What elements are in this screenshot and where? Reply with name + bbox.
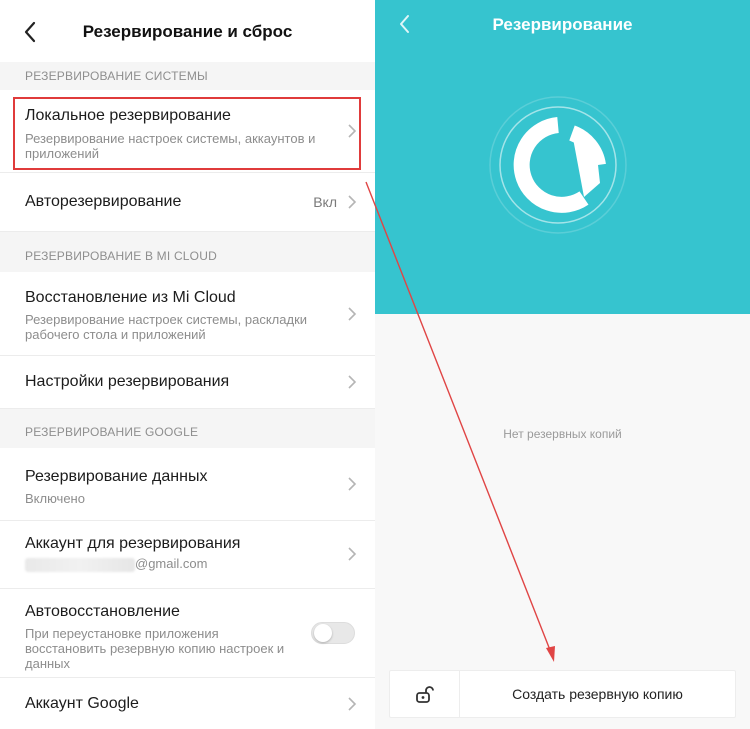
chevron-right-icon (347, 124, 357, 138)
auto-restore-item: Автовосстановление При переустановке при… (0, 589, 375, 678)
restore-mi-cloud-subtitle: Резервирование настроек системы, расклад… (25, 312, 308, 342)
auto-restore-toggle[interactable] (311, 622, 355, 644)
section-header-google: РЕЗЕРВИРОВАНИЕ GOOGLE (0, 409, 375, 448)
backup-settings-title: Настройки резервирования (25, 373, 230, 390)
toggle-knob (314, 624, 332, 642)
chevron-right-icon (347, 375, 357, 389)
restore-mi-cloud-title: Восстановление из Mi Cloud (25, 289, 236, 306)
local-backup-subtitle: Резервирование настроек системы, аккаунт… (25, 131, 316, 161)
chevron-right-icon (347, 697, 357, 711)
auto-restore-subtitle: При переустановке приложения восстановит… (25, 626, 285, 671)
data-backup-item[interactable]: Резервирование данных Включено (0, 448, 375, 521)
google-account-item[interactable]: Аккаунт Google (0, 678, 375, 729)
backup-logo-icon (488, 95, 628, 235)
data-backup-subtitle: Включено (25, 491, 85, 506)
empty-state-text: Нет резервных копий (503, 427, 622, 441)
section-header-mi-cloud: РЕЗЕРВИРОВАНИЕ В MI CLOUD (0, 232, 375, 272)
data-backup-title: Резервирование данных (25, 468, 208, 485)
backup-account-title: Аккаунт для резервирования (25, 535, 241, 552)
backup-screen: Резервирование Нет резервных копий Созда… (375, 0, 750, 729)
auto-backup-item[interactable]: Авторезервирование Вкл (0, 173, 375, 232)
email-suffix: @gmail.com (135, 556, 208, 571)
chevron-right-icon (347, 195, 357, 209)
page-title: Резервирование и сброс (82, 22, 293, 41)
restore-mi-cloud-item[interactable]: Восстановление из Mi Cloud Резервировани… (0, 272, 375, 356)
chevron-right-icon (347, 307, 357, 321)
backup-settings-item[interactable]: Настройки резервирования (0, 356, 375, 409)
unlock-button[interactable] (390, 671, 460, 717)
chevron-right-icon (347, 477, 357, 491)
top-bar: Резервирование и сброс (0, 0, 375, 62)
auto-restore-title: Автовосстановление (25, 603, 180, 620)
settings-screen: Резервирование и сброс РЕЗЕРВИРОВАНИЕ СИ… (0, 0, 375, 729)
backup-hero: Резервирование (375, 0, 750, 314)
unlock-icon (416, 686, 434, 703)
backup-account-item[interactable]: Аккаунт для резервирования @gmail.com (0, 521, 375, 589)
local-backup-title: Локальное резервирование (25, 107, 231, 124)
create-backup-button[interactable]: Создать резервную копию (460, 671, 735, 717)
redacted-email (25, 558, 135, 572)
backup-title: Резервирование (492, 15, 633, 34)
bottom-action-bar: Создать резервную копию (389, 670, 736, 718)
auto-backup-title: Авторезервирование (25, 193, 182, 210)
chevron-right-icon (347, 547, 357, 561)
local-backup-item[interactable]: Локальное резервирование Резервирование … (0, 90, 375, 173)
section-header-system: РЕЗЕРВИРОВАНИЕ СИСТЕМЫ (0, 62, 375, 90)
google-account-title: Аккаунт Google (25, 695, 139, 712)
auto-backup-value: Вкл (313, 194, 337, 210)
